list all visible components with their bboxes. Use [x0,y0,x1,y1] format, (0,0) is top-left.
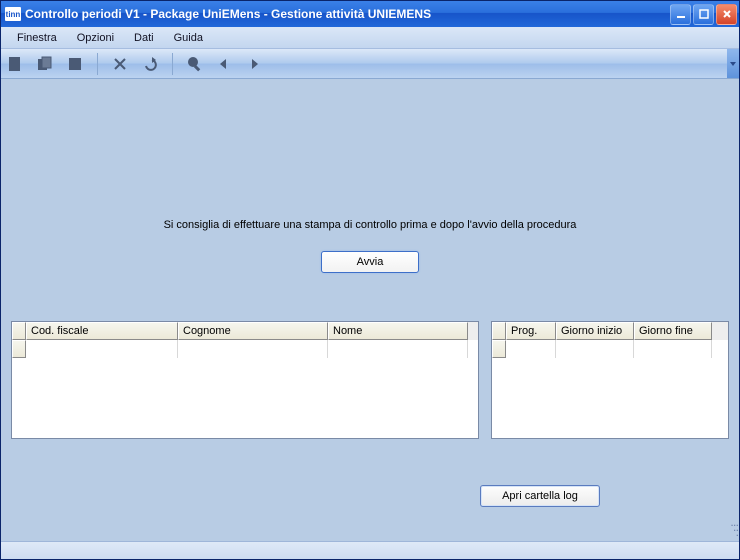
instruction-text: Si consiglia di effettuare una stampa di… [1,79,739,251]
table-row[interactable] [12,340,478,358]
row-selector-header [492,322,506,340]
col-giorno-fine[interactable]: Giorno fine [634,322,712,340]
chevron-down-icon [729,60,737,68]
zoom-icon[interactable] [187,56,203,72]
row-selector-header [12,322,26,340]
cut-icon[interactable] [112,56,128,72]
grid-periods[interactable]: Prog. Giorno inizio Giorno fine [491,321,729,439]
resize-grip[interactable]: . . . . . . [730,520,737,535]
col-cod-fiscale[interactable]: Cod. fiscale [26,322,178,340]
row-selector[interactable] [492,340,506,358]
window-title: Controllo periodi V1 - Package UniEMens … [25,7,670,21]
app-icon: tinn [5,7,21,21]
close-icon [722,9,732,19]
open-log-button[interactable]: Apri cartella log [480,485,600,507]
minimize-icon [676,9,686,19]
menu-opzioni[interactable]: Opzioni [67,29,124,47]
titlebar: tinn Controllo periodi V1 - Package UniE… [1,1,739,27]
new-icon[interactable] [7,56,23,72]
undo-icon[interactable] [142,56,158,72]
menu-dati[interactable]: Dati [124,29,164,47]
toolbar [1,49,739,79]
maximize-icon [699,9,709,19]
menu-finestra[interactable]: Finestra [7,29,67,47]
back-icon[interactable] [217,56,233,72]
row-selector[interactable] [12,340,26,358]
col-nome[interactable]: Nome [328,322,468,340]
minimize-button[interactable] [670,4,691,25]
statusbar [1,541,739,559]
close-button[interactable] [716,4,737,25]
copy-icon[interactable] [37,56,53,72]
forward-icon[interactable] [247,56,263,72]
stop-icon[interactable] [67,56,83,72]
maximize-button[interactable] [693,4,714,25]
grid-people[interactable]: Cod. fiscale Cognome Nome [11,321,479,439]
toolbar-overflow[interactable] [727,49,739,78]
table-row[interactable] [492,340,728,358]
start-button[interactable]: Avvia [321,251,419,273]
col-prog[interactable]: Prog. [506,322,556,340]
col-giorno-inizio[interactable]: Giorno inizio [556,322,634,340]
col-cognome[interactable]: Cognome [178,322,328,340]
menubar: Finestra Opzioni Dati Guida [1,27,739,49]
menu-guida[interactable]: Guida [164,29,213,47]
